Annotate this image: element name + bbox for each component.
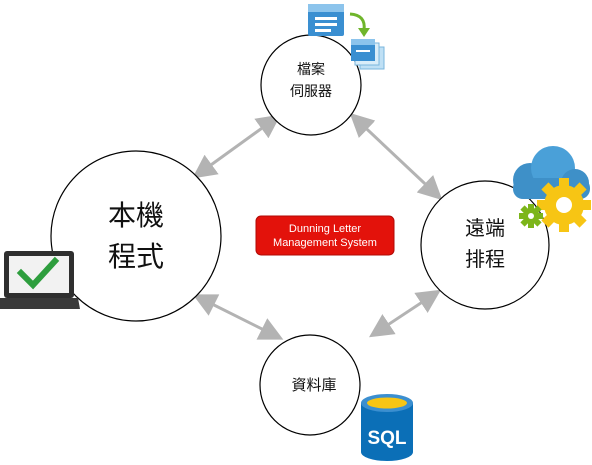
arrow-local-to-fileserver	[192, 114, 281, 179]
file-server-label-line1: 檔案	[297, 61, 325, 78]
database-node: 資料庫	[259, 334, 361, 436]
remote-scheduler-label-line2: 排程	[465, 247, 505, 271]
local-program-label-line2: 程式	[108, 240, 164, 273]
architecture-diagram: 檔案 伺服器 本機 程式 遠端 排程 資料庫 SQL Dunning Lette…	[0, 4, 591, 461]
center-system-label-line2: Management System	[273, 237, 377, 249]
arrow-fileserver-to-remote	[349, 112, 443, 201]
sql-icon-text: SQL	[367, 428, 406, 449]
file-server-label-line2: 伺服器	[290, 84, 332, 100]
file-server-node: 檔案 伺服器	[260, 34, 362, 136]
center-system-label-line1: Dunning Letter	[289, 223, 361, 235]
center-system-box: Dunning Letter Management System	[255, 215, 395, 256]
remote-scheduler-circle	[420, 180, 550, 310]
database-label: 資料庫	[291, 376, 336, 394]
remote-scheduler-node: 遠端 排程	[420, 180, 550, 310]
center-system-box-bg	[255, 215, 395, 256]
arrow-local-to-database	[192, 294, 284, 340]
cloud-gears-icon	[513, 146, 591, 232]
local-program-label-line1: 本機	[108, 199, 164, 232]
laptop-check-icon	[0, 251, 80, 309]
remote-scheduler-label-line1: 遠端	[465, 216, 505, 240]
sql-database-icon: SQL	[361, 394, 413, 461]
local-program-node: 本機 程式	[50, 150, 222, 322]
local-program-circle	[50, 150, 222, 322]
arrow-remote-to-database	[368, 289, 442, 338]
